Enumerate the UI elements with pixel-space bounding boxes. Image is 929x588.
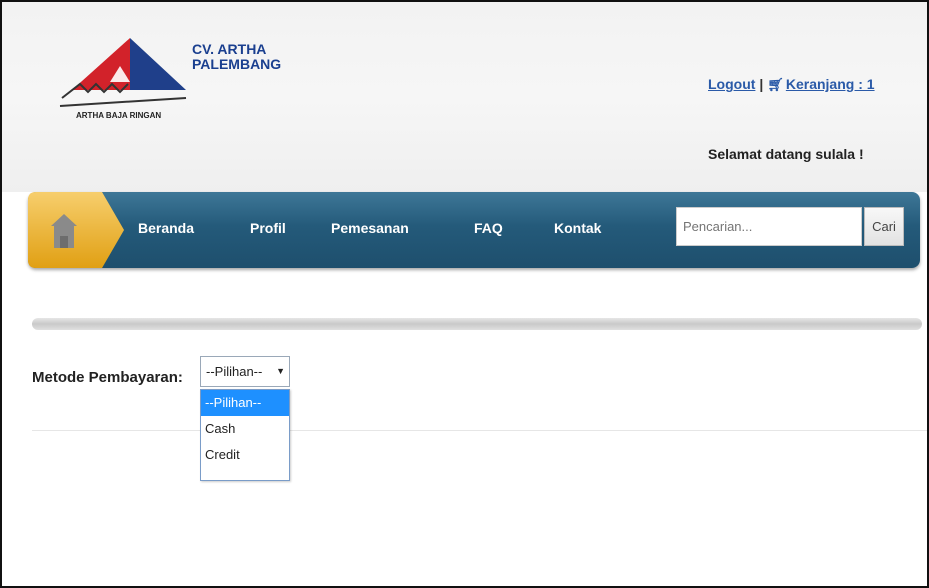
logout-link[interactable]: Logout [708, 76, 755, 92]
company-line1: CV. ARTHA [192, 41, 267, 57]
option-credit[interactable]: Credit [201, 442, 289, 468]
page-frame: ARTHA BAJA RINGAN CV. ARTHA PALEMBANG Lo… [0, 0, 929, 588]
logo-blue-triangle [130, 38, 186, 90]
logo-text: ARTHA BAJA RINGAN [76, 111, 161, 120]
nav-item-profil[interactable]: Profil [250, 220, 286, 236]
cart-icon: 🛒︎ [767, 77, 784, 92]
cart-link[interactable]: 🛒︎ Keranjang : 1 [767, 76, 874, 92]
payment-method-label: Metode Pembayaran: [32, 369, 183, 386]
site-header: ARTHA BAJA RINGAN CV. ARTHA PALEMBANG Lo… [2, 2, 927, 192]
content-divider [32, 318, 922, 330]
select-value: --Pilihan-- [206, 364, 263, 379]
option-pilihan[interactable]: --Pilihan-- [201, 390, 289, 416]
chevron-down-icon: ▼ [276, 366, 285, 376]
nav-item-pemesanan[interactable]: Pemesanan [331, 220, 409, 236]
main-navbar: Beranda Profil Pemesanan FAQ Kontak Cari [28, 192, 920, 268]
search-input[interactable] [676, 207, 862, 246]
payment-options-list: --Pilihan-- Cash Credit [200, 389, 290, 481]
search-button[interactable]: Cari [864, 207, 904, 246]
company-logo[interactable]: ARTHA BAJA RINGAN [58, 34, 188, 134]
home-button[interactable] [28, 192, 126, 268]
nav-item-kontak[interactable]: Kontak [554, 220, 601, 236]
company-line2: PALEMBANG [192, 56, 282, 72]
logo-red-triangle [72, 38, 130, 90]
link-separator: | [759, 76, 764, 92]
user-links: Logout | 🛒︎ Keranjang : 1 [708, 76, 875, 93]
cart-label: Keranjang : 1 [785, 76, 875, 92]
welcome-message: Selamat datang sulala ! [708, 146, 864, 162]
payment-method-select[interactable]: --Pilihan-- ▼ [200, 356, 290, 387]
company-name: CV. ARTHA PALEMBANG [192, 42, 281, 72]
nav-item-beranda[interactable]: Beranda [138, 220, 194, 236]
section-line [32, 430, 927, 431]
nav-item-faq[interactable]: FAQ [474, 220, 503, 236]
option-cash[interactable]: Cash [201, 416, 289, 442]
